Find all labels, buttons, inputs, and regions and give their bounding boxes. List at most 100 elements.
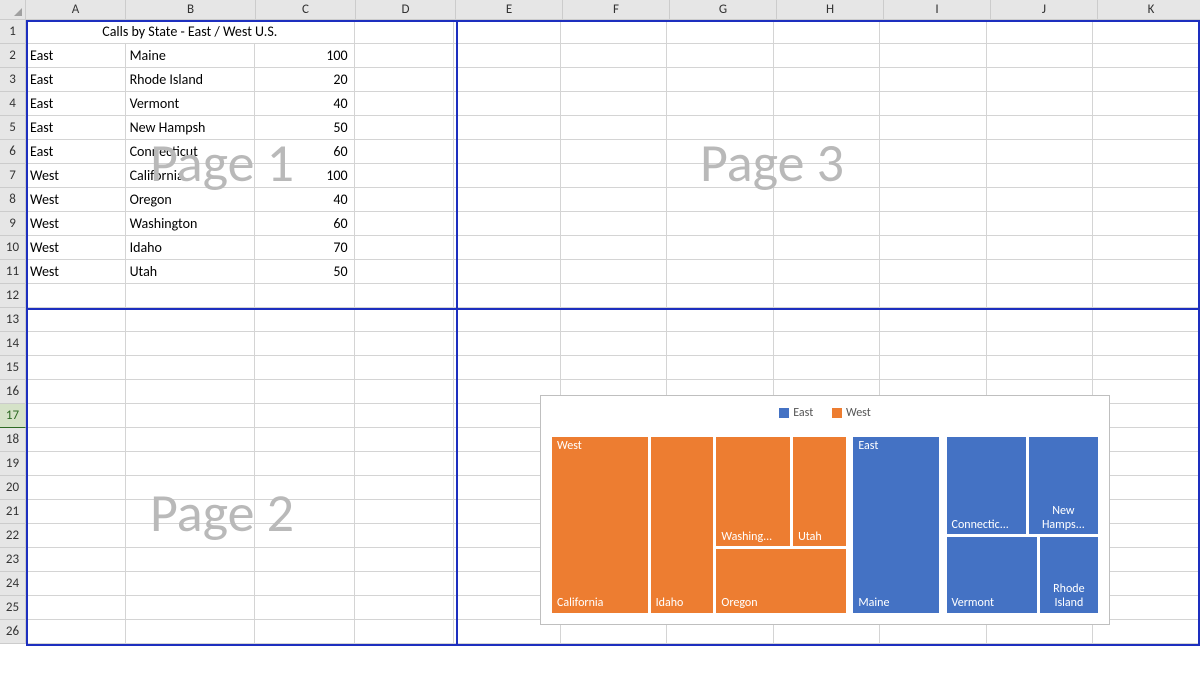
col-header-e[interactable]: E: [456, 0, 563, 20]
cell-A6[interactable]: East: [26, 140, 126, 164]
cell-D21[interactable]: [355, 500, 455, 524]
cell-G2[interactable]: [667, 44, 774, 68]
cell-K7[interactable]: [1093, 164, 1200, 188]
cell-A16[interactable]: [26, 380, 126, 404]
cell-G13[interactable]: [667, 308, 774, 332]
cell-F14[interactable]: [561, 332, 668, 356]
tm-west-idaho[interactable]: Idaho: [650, 436, 716, 614]
cell-H11[interactable]: [774, 260, 881, 284]
cell-C5[interactable]: 50: [255, 116, 355, 140]
cell-D10[interactable]: [355, 236, 455, 260]
cell-E13[interactable]: [454, 308, 561, 332]
cell-B19[interactable]: [126, 452, 255, 476]
cell-B11[interactable]: Utah: [126, 260, 255, 284]
cell-E8[interactable]: [454, 188, 561, 212]
cell-G11[interactable]: [667, 260, 774, 284]
cell-I5[interactable]: [880, 116, 987, 140]
cell-D24[interactable]: [355, 572, 455, 596]
cell-F13[interactable]: [561, 308, 668, 332]
cell-F5[interactable]: [561, 116, 668, 140]
cell-C10[interactable]: 70: [255, 236, 355, 260]
row-header-5[interactable]: 5: [0, 116, 26, 140]
cell-E3[interactable]: [454, 68, 561, 92]
cell-C13[interactable]: [255, 308, 355, 332]
cell-B18[interactable]: [126, 428, 255, 452]
cell-D2[interactable]: [355, 44, 455, 68]
cell-J6[interactable]: [987, 140, 1094, 164]
cell-I8[interactable]: [880, 188, 987, 212]
cell-I15[interactable]: [880, 356, 987, 380]
cell-A21[interactable]: [26, 500, 126, 524]
row-header-14[interactable]: 14: [0, 332, 26, 356]
cell-B4[interactable]: Vermont: [126, 92, 255, 116]
cell-A25[interactable]: [26, 596, 126, 620]
cell-K5[interactable]: [1093, 116, 1200, 140]
cell-I7[interactable]: [880, 164, 987, 188]
cell-C4[interactable]: 40: [255, 92, 355, 116]
cell-H15[interactable]: [774, 356, 881, 380]
cell-E2[interactable]: [454, 44, 561, 68]
col-header-k[interactable]: K: [1098, 0, 1200, 20]
cell-B3[interactable]: Rhode Island: [126, 68, 255, 92]
col-header-j[interactable]: J: [991, 0, 1098, 20]
cell-J1[interactable]: [987, 20, 1094, 44]
cell-F7[interactable]: [561, 164, 668, 188]
cell-F6[interactable]: [561, 140, 668, 164]
tm-west-california[interactable]: West California: [551, 436, 650, 614]
cell-C12[interactable]: [255, 284, 355, 308]
cell-F4[interactable]: [561, 92, 668, 116]
cell-F2[interactable]: [561, 44, 668, 68]
cell-B2[interactable]: Maine: [126, 44, 255, 68]
cell-I13[interactable]: [880, 308, 987, 332]
cell-A5[interactable]: East: [26, 116, 126, 140]
cell-A26[interactable]: [26, 620, 126, 644]
cell-I14[interactable]: [880, 332, 987, 356]
col-header-b[interactable]: B: [126, 0, 256, 20]
cell-D22[interactable]: [355, 524, 455, 548]
cell-I6[interactable]: [880, 140, 987, 164]
cell-C7[interactable]: 100: [255, 164, 355, 188]
row-header-21[interactable]: 21: [0, 500, 26, 524]
cell-C18[interactable]: [255, 428, 355, 452]
row-header-2[interactable]: 2: [0, 44, 26, 68]
cell-B24[interactable]: [126, 572, 255, 596]
cell-H7[interactable]: [774, 164, 881, 188]
cell-A19[interactable]: [26, 452, 126, 476]
cell-D1[interactable]: [355, 20, 455, 44]
cell-A13[interactable]: [26, 308, 126, 332]
cell-B16[interactable]: [126, 380, 255, 404]
cell-K1[interactable]: [1093, 20, 1200, 44]
cell-C15[interactable]: [255, 356, 355, 380]
cell-A2[interactable]: East: [26, 44, 126, 68]
tm-east-maine[interactable]: East Maine: [852, 436, 940, 614]
cell-A8[interactable]: West: [26, 188, 126, 212]
cell-K10[interactable]: [1093, 236, 1200, 260]
page-break-vertical[interactable]: [456, 20, 458, 646]
cell-E7[interactable]: [454, 164, 561, 188]
page-break-horizontal[interactable]: [26, 308, 1200, 310]
cell-H8[interactable]: [774, 188, 881, 212]
cell-A14[interactable]: [26, 332, 126, 356]
cell-D25[interactable]: [355, 596, 455, 620]
cell-F11[interactable]: [561, 260, 668, 284]
row-header-11[interactable]: 11: [0, 260, 26, 284]
cell-E15[interactable]: [454, 356, 561, 380]
row-header-1[interactable]: 1: [0, 20, 26, 44]
tm-east-connecticut[interactable]: Connectic...: [946, 436, 1028, 536]
cell-E11[interactable]: [454, 260, 561, 284]
row-header-12[interactable]: 12: [0, 284, 26, 308]
cell-A7[interactable]: West: [26, 164, 126, 188]
cell-G5[interactable]: [667, 116, 774, 140]
cell-E1[interactable]: [454, 20, 561, 44]
cell-D8[interactable]: [355, 188, 455, 212]
cell-D16[interactable]: [355, 380, 455, 404]
cell-B20[interactable]: [126, 476, 255, 500]
cell-B6[interactable]: Connecticut: [126, 140, 255, 164]
cell-K12[interactable]: [1093, 284, 1200, 308]
cell-D4[interactable]: [355, 92, 455, 116]
cell-C25[interactable]: [255, 596, 355, 620]
cell-D17[interactable]: [355, 404, 455, 428]
cell-C8[interactable]: 40: [255, 188, 355, 212]
cell-A22[interactable]: [26, 524, 126, 548]
cell-G6[interactable]: [667, 140, 774, 164]
